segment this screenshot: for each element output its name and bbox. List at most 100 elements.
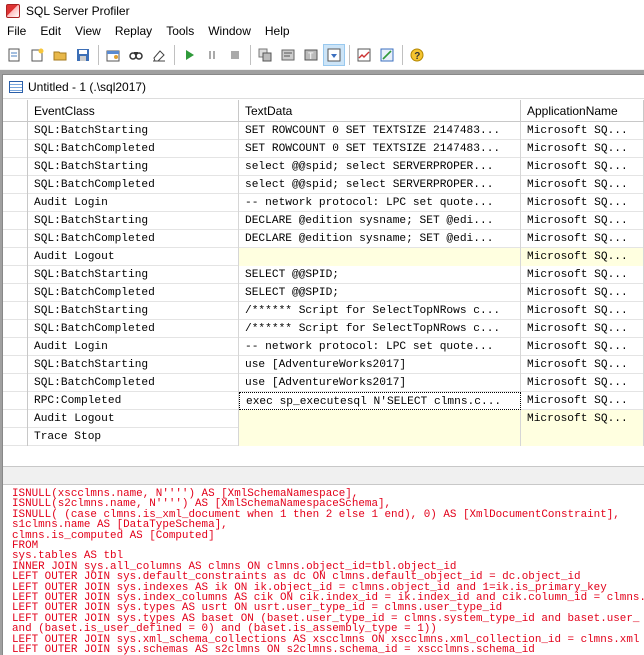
menu-file[interactable]: File <box>0 21 33 41</box>
cell-textdata: SELECT @@SPID; <box>239 284 521 302</box>
trace-grid[interactable]: EventClass TextData ApplicationName SQL:… <box>3 100 644 466</box>
cell-textdata <box>239 428 521 446</box>
trace-row[interactable]: SQL:BatchStarting DECLARE @edition sysnam… <box>3 212 644 230</box>
cell-textdata: -- network protocol: LPC set quote... <box>239 338 521 356</box>
column-header-eventclass[interactable]: EventClass <box>28 100 239 122</box>
trace-row[interactable]: SQL:BatchStarting SELECT @@SPID; Microsoft… <box>3 266 644 284</box>
cell-textdata: /****** Script for SelectTopNRows c... <box>239 302 521 320</box>
trace-row[interactable]: SQL:BatchStarting use [AdventureWorks2017… <box>3 356 644 374</box>
toolbar-separator <box>174 45 175 65</box>
menu-replay[interactable]: Replay <box>108 21 159 41</box>
cell-textdata: use [AdventureWorks2017] <box>239 356 521 374</box>
trace-row[interactable]: Audit Login -- network protocol: LPC set … <box>3 338 644 356</box>
row-header <box>3 356 28 374</box>
run-trace-icon <box>186 50 194 60</box>
cell-eventclass: SQL:BatchCompleted <box>28 230 239 248</box>
row-header <box>3 392 28 410</box>
save-button[interactable] <box>72 44 94 66</box>
cell-applicationname: Microsoft SQ... <box>521 176 644 194</box>
trace-row[interactable]: SQL:BatchCompleted select @@spid; select … <box>3 176 644 194</box>
trace-row[interactable]: SQL:BatchStarting select @@spid; select S… <box>3 158 644 176</box>
toolbar-separator <box>402 45 403 65</box>
window-title: SQL Server Profiler <box>26 3 130 18</box>
trace-row[interactable]: SQL:BatchCompleted DECLARE @edition sysna… <box>3 230 644 248</box>
cell-eventclass: SQL:BatchCompleted <box>28 176 239 194</box>
clear-trace-icon <box>153 50 165 62</box>
trace-row[interactable]: SQL:BatchCompleted use [AdventureWorks201… <box>3 374 644 392</box>
stop-trace-icon <box>231 51 239 59</box>
new-template-button[interactable] <box>26 44 48 66</box>
new-trace-button[interactable] <box>3 44 25 66</box>
menu-bar: File Edit View Replay Tools Window Help <box>0 21 644 41</box>
trace-row[interactable]: Trace Stop <box>3 428 644 446</box>
row-header <box>3 158 28 176</box>
run-trace-button[interactable] <box>178 44 200 66</box>
cell-applicationname: Microsoft SQ... <box>521 374 644 392</box>
cell-eventclass: SQL:BatchStarting <box>28 122 239 140</box>
cell-textdata: DECLARE @edition sysname; SET @edi... <box>239 212 521 230</box>
help-icon: ? <box>410 48 424 62</box>
row-header <box>3 428 28 446</box>
cell-eventclass: Trace Stop <box>28 428 239 446</box>
properties-icon <box>106 50 120 62</box>
new-trace-icon <box>8 48 20 62</box>
cell-applicationname: Microsoft SQ... <box>521 230 644 248</box>
autoscroll-button[interactable] <box>323 44 345 66</box>
cell-eventclass: Audit Login <box>28 338 239 356</box>
cell-textdata: SELECT @@SPID; <box>239 266 521 284</box>
stop-trace-button[interactable] <box>224 44 246 66</box>
properties-button[interactable] <box>102 44 124 66</box>
trace-row[interactable]: SQL:BatchCompleted SET ROWCOUNT 0 SET TEX… <box>3 140 644 158</box>
toolbar: T ? <box>0 41 644 70</box>
cell-applicationname: Microsoft SQ... <box>521 122 644 140</box>
cell-applicationname: Microsoft SQ... <box>521 140 644 158</box>
trace-row[interactable]: SQL:BatchCompleted/****** Script for Sel… <box>3 320 644 338</box>
open-button[interactable] <box>49 44 71 66</box>
help-button[interactable]: ? <box>406 44 428 66</box>
menu-view[interactable]: View <box>68 21 108 41</box>
row-header <box>3 176 28 194</box>
menu-window[interactable]: Window <box>201 21 258 41</box>
cell-eventclass: Audit Login <box>28 194 239 212</box>
trace-row[interactable]: SQL:BatchCompleted SELECT @@SPID; Microsof… <box>3 284 644 302</box>
tuning-advisor-button[interactable] <box>376 44 398 66</box>
trace-row[interactable]: Audit Logout Microsoft SQ... <box>3 410 644 428</box>
trace-row[interactable]: SQL:BatchStarting SET ROWCOUNT 0 SET TEXT… <box>3 122 644 140</box>
row-header <box>3 140 28 158</box>
trace-row[interactable]: Audit Login -- network protocol: LPC set … <box>3 194 644 212</box>
trace-row[interactable]: SQL:BatchStarting/****** Script for Sele… <box>3 302 644 320</box>
find-icon <box>129 52 143 60</box>
cell-eventclass: Audit Logout <box>28 248 239 266</box>
column-header-applicationname[interactable]: ApplicationName <box>521 100 644 122</box>
filters-icon <box>281 49 295 61</box>
menu-help[interactable]: Help <box>258 21 297 41</box>
activity-monitor-button[interactable] <box>353 44 375 66</box>
cell-applicationname: Microsoft SQ... <box>521 392 644 410</box>
save-icon <box>77 49 89 61</box>
menu-edit[interactable]: Edit <box>33 21 68 41</box>
events-icon <box>258 48 272 62</box>
clear-trace-button[interactable] <box>148 44 170 66</box>
cell-applicationname: Microsoft SQ... <box>521 212 644 230</box>
filters-button[interactable] <box>277 44 299 66</box>
pane-splitter[interactable] <box>3 466 644 485</box>
svg-text:?: ? <box>414 51 420 62</box>
row-header <box>3 122 28 140</box>
row-header <box>3 410 28 428</box>
row-header-corner <box>3 100 28 122</box>
row-header <box>3 338 28 356</box>
event-text-pane[interactable]: ISNULL(xscclmns.name, N'''') AS [XmlSche… <box>3 485 644 655</box>
events-button[interactable] <box>254 44 276 66</box>
column-header-textdata[interactable]: TextData <box>239 100 521 122</box>
trace-row[interactable]: RPC:Completed exec sp_executesql N'SELECT… <box>3 392 644 410</box>
row-header <box>3 230 28 248</box>
pause-trace-button[interactable] <box>201 44 223 66</box>
cell-applicationname: Microsoft SQ... <box>521 284 644 302</box>
find-button[interactable] <box>125 44 147 66</box>
autoscroll-icon <box>327 48 341 62</box>
cell-applicationname: Microsoft SQ... <box>521 356 644 374</box>
column-button[interactable]: T <box>300 44 322 66</box>
trace-row[interactable]: Audit Logout Microsoft SQ... <box>3 248 644 266</box>
menu-tools[interactable]: Tools <box>159 21 201 41</box>
toolbar-separator <box>98 45 99 65</box>
